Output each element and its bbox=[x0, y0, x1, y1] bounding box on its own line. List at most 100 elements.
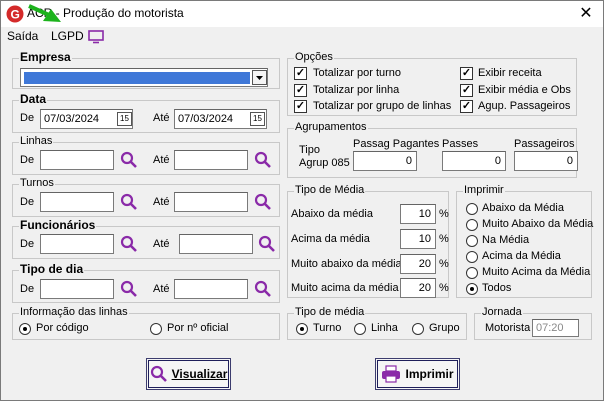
por-codigo-radio[interactable] bbox=[19, 323, 31, 335]
linhas-ate-label: Até bbox=[153, 154, 170, 166]
tipo-dia-de-input[interactable] bbox=[40, 279, 114, 299]
agrupamentos-label: Agrupamentos bbox=[294, 121, 368, 133]
totalizar-linha-checkbox[interactable]: ✓ bbox=[294, 84, 307, 97]
passageiros-label: Passageiros bbox=[514, 138, 575, 150]
tipo-media-radio-label: Tipo de média bbox=[294, 306, 366, 318]
empresa-selection-highlight bbox=[24, 72, 250, 84]
close-button[interactable]: ✕ bbox=[571, 3, 601, 25]
imprimir-button[interactable]: Imprimir bbox=[375, 358, 460, 390]
acima-da-media-radio[interactable] bbox=[466, 251, 478, 263]
tipo-label: Tipo bbox=[299, 144, 320, 156]
todos-radio[interactable] bbox=[466, 283, 478, 295]
search-icon[interactable] bbox=[254, 151, 272, 169]
empresa-label: Empresa bbox=[19, 50, 72, 64]
exibir-receita-checkbox[interactable]: ✓ bbox=[460, 67, 473, 80]
tipo-dia-group: Tipo de dia De Até bbox=[12, 262, 280, 303]
muito-abaixo-radio[interactable] bbox=[466, 219, 478, 231]
search-icon[interactable] bbox=[120, 235, 138, 253]
passes-input[interactable]: 0 bbox=[442, 151, 506, 171]
linhas-de-label: De bbox=[20, 154, 35, 166]
search-icon bbox=[150, 365, 167, 382]
menu-saida[interactable]: Saída bbox=[7, 29, 38, 43]
acima-media-input[interactable]: 10 bbox=[400, 229, 436, 249]
linha-radio[interactable] bbox=[354, 323, 366, 335]
totalizar-linha-label: Totalizar por linha bbox=[313, 84, 400, 96]
search-icon[interactable] bbox=[254, 280, 272, 298]
muito-abaixo-input[interactable]: 20 bbox=[400, 254, 436, 274]
grupo-label: Grupo bbox=[429, 322, 460, 334]
muito-acima-label: Muito Acima da Média bbox=[482, 266, 591, 278]
search-icon[interactable] bbox=[120, 193, 138, 211]
visualizar-button[interactable]: Visualizar bbox=[146, 358, 231, 390]
exibir-media-checkbox[interactable]: ✓ bbox=[460, 84, 473, 97]
totalizar-grupo-checkbox[interactable]: ✓ bbox=[294, 100, 307, 113]
search-icon[interactable] bbox=[120, 280, 138, 298]
data-ate-label: Até bbox=[153, 112, 170, 124]
pct-label: % bbox=[439, 258, 449, 270]
funcionarios-de-input[interactable] bbox=[40, 234, 114, 254]
search-icon[interactable] bbox=[254, 193, 272, 211]
tipo-dia-ate-input[interactable] bbox=[174, 279, 248, 299]
imprimir-label: Imprimir bbox=[405, 367, 454, 381]
funcionarios-ate-input[interactable] bbox=[179, 234, 253, 254]
muito-acima-label: Muito acima da média bbox=[291, 282, 399, 294]
jornada-motorista-input[interactable]: 07:20 bbox=[532, 319, 579, 337]
abaixo-media-label: Abaixo da média bbox=[291, 208, 373, 220]
empresa-select[interactable] bbox=[20, 68, 268, 87]
turnos-de-input[interactable] bbox=[40, 192, 114, 212]
agup-passageiros-checkbox[interactable]: ✓ bbox=[460, 100, 473, 113]
info-linhas-group: Informação das linhas Por código Por nº … bbox=[12, 306, 280, 340]
jornada-group: Jornada Motorista 07:20 bbox=[474, 306, 592, 340]
visualizar-label: Visualizar bbox=[171, 367, 228, 381]
funcionarios-ate-label: Até bbox=[153, 238, 170, 250]
funcionarios-label: Funcionários bbox=[19, 218, 97, 232]
turnos-de-label: De bbox=[20, 196, 35, 208]
muito-acima-radio[interactable] bbox=[466, 267, 478, 279]
passageiros-input[interactable]: 0 bbox=[514, 151, 578, 171]
printer-icon bbox=[382, 365, 401, 383]
linhas-ate-input[interactable] bbox=[174, 150, 248, 170]
monitor-icon[interactable] bbox=[88, 30, 104, 44]
turno-radio[interactable] bbox=[296, 323, 308, 335]
agup-passageiros-label: Agup. Passageiros bbox=[478, 100, 571, 112]
grupo-radio[interactable] bbox=[412, 323, 424, 335]
motorista-label: Motorista bbox=[485, 322, 531, 334]
turno-label: Turno bbox=[313, 322, 342, 334]
na-media-radio[interactable] bbox=[466, 235, 478, 247]
passag-pagantes-input[interactable]: 0 bbox=[353, 151, 417, 171]
calendar-icon[interactable]: 15 bbox=[250, 112, 265, 126]
title-bar: G ACR - Produção do motorista ✕ bbox=[1, 1, 603, 27]
pct-label: % bbox=[439, 282, 449, 294]
abaixo-da-media-radio[interactable] bbox=[466, 203, 478, 215]
menu-lgpd[interactable]: LGPD bbox=[51, 29, 84, 43]
opcoes-label: Opções bbox=[294, 51, 334, 63]
tipo-dia-de-label: De bbox=[20, 283, 35, 295]
por-oficial-radio[interactable] bbox=[150, 323, 162, 335]
calendar-icon[interactable]: 15 bbox=[117, 112, 132, 126]
acima-media-label: Acima da média bbox=[291, 233, 370, 245]
svg-text:G: G bbox=[11, 8, 20, 22]
data-de-label: De bbox=[20, 112, 35, 124]
totalizar-turno-checkbox[interactable]: ✓ bbox=[294, 67, 307, 80]
chevron-down-icon bbox=[256, 76, 263, 80]
passes-label: Passes bbox=[442, 138, 479, 150]
linhas-de-input[interactable] bbox=[40, 150, 114, 170]
turnos-label: Turnos bbox=[19, 177, 55, 189]
pct-label: % bbox=[439, 208, 449, 220]
exibir-media-label: Exibir média e Obs bbox=[478, 84, 571, 96]
totalizar-grupo-label: Totalizar por grupo de linhas bbox=[313, 100, 452, 112]
por-codigo-label: Por código bbox=[36, 322, 89, 334]
passag-pagantes-label: Passag Pagantes bbox=[353, 138, 440, 150]
exibir-receita-label: Exibir receita bbox=[478, 67, 542, 79]
abaixo-da-media-label: Abaixo da Média bbox=[482, 202, 564, 214]
agrup-label: Agrup 085 bbox=[299, 157, 350, 169]
search-icon[interactable] bbox=[258, 235, 276, 253]
tipo-media-label: Tipo de Média bbox=[294, 184, 366, 196]
todos-label: Todos bbox=[482, 282, 512, 294]
empresa-dropdown-button[interactable] bbox=[252, 70, 267, 85]
linhas-group: Linhas De Até bbox=[12, 135, 280, 175]
abaixo-media-input[interactable]: 10 bbox=[400, 204, 436, 224]
search-icon[interactable] bbox=[120, 151, 138, 169]
turnos-ate-input[interactable] bbox=[174, 192, 248, 212]
muito-acima-input[interactable]: 20 bbox=[400, 278, 436, 298]
